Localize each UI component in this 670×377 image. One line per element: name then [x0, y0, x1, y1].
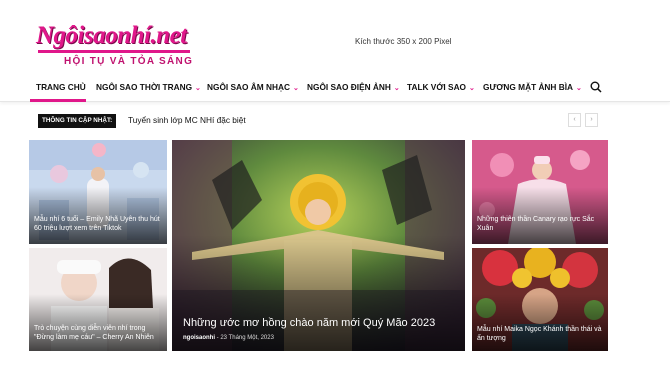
chevron-down-icon: ⌄	[292, 85, 299, 92]
nav-item-film[interactable]: NGÔI SAO ĐIỆN ẢNH ⌄	[307, 82, 400, 92]
nav-item-label: TALK VỚI SAO	[407, 82, 467, 92]
post-date: 23 Tháng Một, 2023	[220, 335, 274, 341]
nav-item-talk[interactable]: TALK VỚI SAO ⌄	[407, 82, 475, 92]
nav-item-fashion[interactable]: NGÔI SAO THỜI TRANG ⌄	[96, 82, 201, 92]
nav-item-home[interactable]: TRANG CHỦ	[36, 82, 86, 92]
post-author[interactable]: ngoisaonhi	[183, 335, 215, 341]
post-meta: ngoisaonhi - 23 Tháng Một, 2023	[183, 335, 274, 341]
logo-text: Ngôisaonhí.net	[36, 22, 187, 49]
logo-tagline: HỘI TỤ VÀ TỎA SÁNG	[64, 56, 194, 67]
post-title[interactable]: Trò chuyện cùng diễn viên nhí trong "Đừn…	[34, 324, 161, 342]
ticker-headline[interactable]: Tuyển sinh lớp MC NHí đặc biệt	[128, 115, 246, 125]
chevron-down-icon: ⌄	[195, 85, 201, 92]
ad-placeholder: Kích thước 350 x 200 Pixel	[355, 37, 452, 46]
search-icon[interactable]	[590, 81, 602, 93]
chevron-down-icon: ⌄	[576, 85, 582, 92]
ticker-label: THÔNG TIN CẬP NHẬT:	[38, 114, 117, 128]
nav-item-music[interactable]: NGÔI SAO ÂM NHẠC ⌄	[207, 82, 299, 92]
post-tile-maika[interactable]: Mẫu nhí Maika Ngọc Khánh thần thái và ấn…	[472, 248, 608, 351]
nav-item-label: GƯƠNG MẶT ẢNH BÌA	[483, 82, 574, 92]
post-tile-canary[interactable]: Những thiên thần Canary rạo rực Sắc Xuân	[472, 140, 608, 244]
post-tile-featured[interactable]: Những ước mơ hồng chào năm mới Quý Mão 2…	[172, 140, 465, 351]
nav-item-label: NGÔI SAO ĐIỆN ẢNH	[307, 82, 391, 92]
image-shade	[172, 234, 465, 351]
post-title[interactable]: Những thiên thần Canary rạo rực Sắc Xuân	[477, 215, 602, 233]
nav-item-label: NGÔI SAO THỜI TRANG	[96, 82, 193, 92]
post-title[interactable]: Mẫu nhí Maika Ngọc Khánh thần thái và ấn…	[477, 325, 602, 343]
nav-item-label: TRANG CHỦ	[36, 82, 86, 92]
ticker-prev-button[interactable]: ‹	[568, 113, 581, 127]
post-title[interactable]: Những ước mơ hồng chào năm mới Quý Mão 2…	[183, 316, 459, 330]
chevron-down-icon: ⌄	[393, 85, 400, 92]
nav-item-cover[interactable]: GƯƠNG MẶT ẢNH BÌA ⌄	[483, 82, 582, 92]
post-tile-emily[interactable]: Mẫu nhí 6 tuổi – Emily Nhã Uyên thu hút …	[29, 140, 167, 244]
ticker-next-button[interactable]: ›	[585, 113, 598, 127]
site-logo[interactable]: Ngôisaonhí.net HỘI TỤ VÀ TỎA SÁNG	[36, 22, 196, 70]
chevron-down-icon: ⌄	[469, 85, 475, 92]
logo-underline	[38, 50, 190, 53]
nav-item-label: NGÔI SAO ÂM NHẠC	[207, 82, 290, 92]
post-tile-cherry[interactable]: Trò chuyện cùng diễn viên nhí trong "Đừn…	[29, 248, 167, 351]
nav-active-indicator	[30, 99, 86, 102]
post-title[interactable]: Mẫu nhí 6 tuổi – Emily Nhã Uyên thu hút …	[34, 215, 161, 233]
image-shade	[29, 294, 167, 351]
